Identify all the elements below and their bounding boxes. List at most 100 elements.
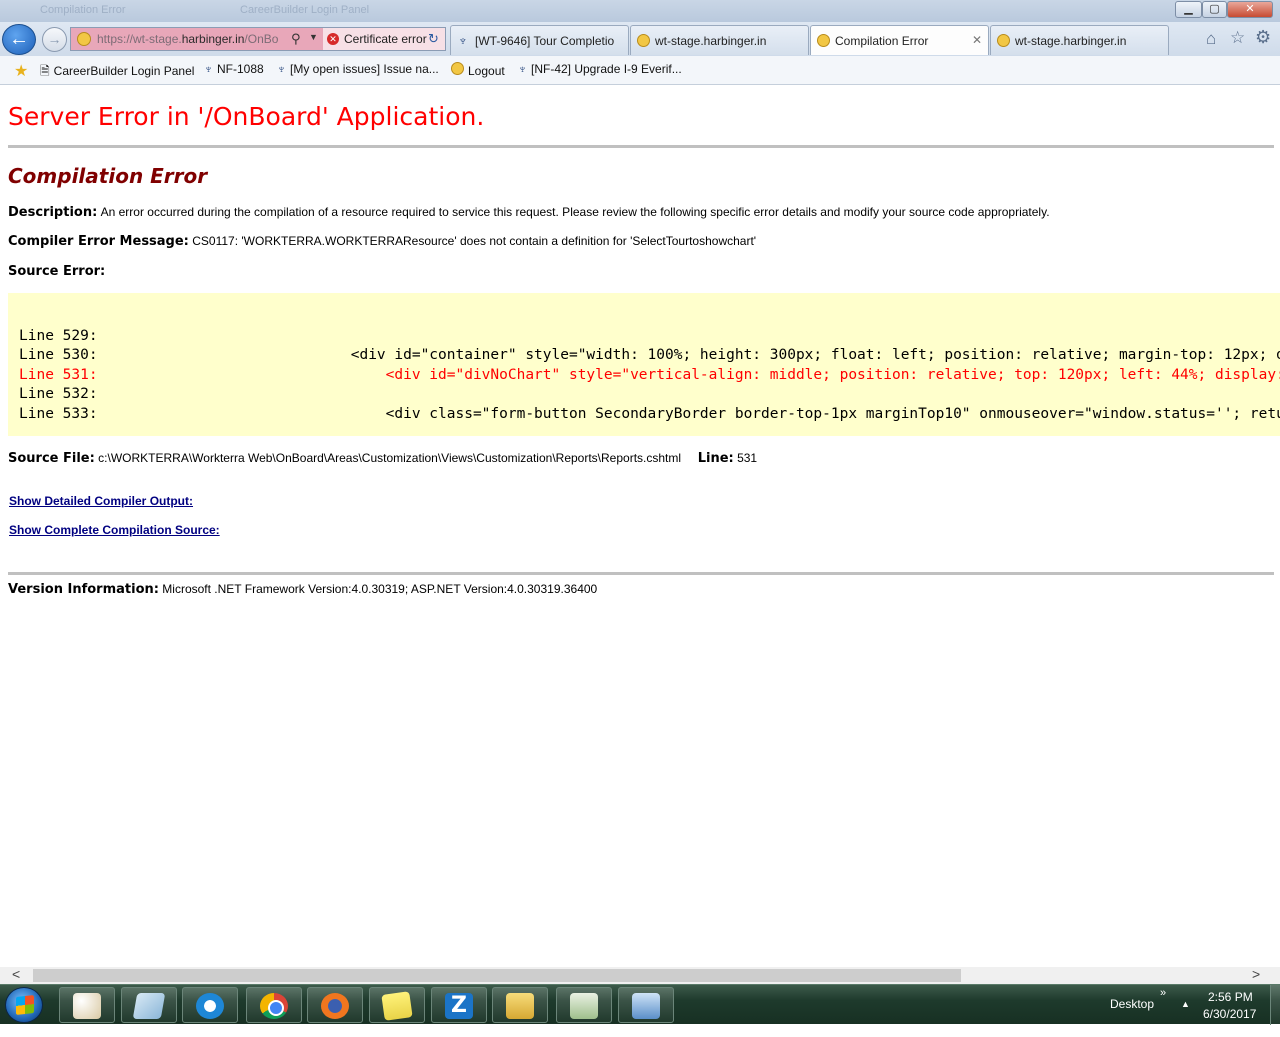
ie-page-icon: 🗎 (40, 64, 50, 78)
firefox-icon (321, 993, 349, 1019)
close-window-button[interactable]: ✕ (1227, 1, 1273, 18)
taskbar-firefox[interactable] (307, 987, 363, 1023)
tab-wt-stage[interactable]: wt-stage.harbinger.in (630, 25, 809, 55)
jira-icon: ♆ (458, 33, 468, 48)
line-label: Line: (697, 451, 734, 466)
code-line: Line 529: (19, 328, 98, 344)
favorite-nf-42[interactable]: ♆ [NF-42] Upgrade I-9 Everif... (518, 62, 682, 76)
source-error-row: Source Error: (8, 264, 105, 279)
horizontal-scrollbar[interactable]: < > (0, 966, 1280, 984)
windows-taskbar: Z Desktop » ▲ 2:56 PM 6/30/2017 (0, 984, 1280, 1025)
minimize-button[interactable]: ▁ (1175, 1, 1202, 18)
address-bar[interactable]: https://wt-stage.harbinger.in/OnBo ⚲ ▼ ✕… (70, 27, 446, 51)
scroll-right-icon[interactable]: > (1252, 966, 1260, 982)
desktop-toolbar-label[interactable]: Desktop (1110, 997, 1154, 1011)
zimbra-icon: Z (445, 993, 473, 1019)
chrome-icon (260, 993, 288, 1019)
tools-gear-icon[interactable]: ⚙ (1255, 27, 1271, 48)
show-desktop-button[interactable] (1270, 985, 1280, 1025)
taskbar-sticky-notes[interactable] (369, 987, 425, 1023)
ie-site-icon (636, 34, 650, 48)
favorite-my-open-issues[interactable]: ♆ [My open issues] Issue na... (277, 62, 439, 76)
home-icon[interactable]: ⌂ (1206, 29, 1216, 49)
compiler-message-text: CS0117: 'WORKTERRA.WORKTERRAResource' do… (192, 234, 757, 248)
tray-expand-icon[interactable]: ▲ (1181, 999, 1190, 1009)
page-title: Server Error in '/OnBoard' Application. (8, 102, 485, 131)
clock-time[interactable]: 2:56 PM (1208, 990, 1253, 1004)
tab-label: wt-stage.harbinger.in (655, 34, 767, 48)
chevron-down-icon[interactable]: ▼ (309, 32, 318, 42)
code-line: Line 530: <div id="container" style="wid… (19, 347, 1280, 363)
jira-icon: ♆ (518, 62, 527, 76)
jira-icon: ♆ (277, 62, 286, 76)
close-tab-icon[interactable]: ✕ (972, 33, 982, 47)
show-detailed-compiler-output-link[interactable]: Show Detailed Compiler Output: (9, 494, 193, 508)
ie-site-icon (996, 34, 1010, 48)
window-title: Compilation Error (40, 4, 126, 16)
taskbar-notes[interactable] (121, 987, 177, 1023)
taskbar-paint[interactable] (59, 987, 115, 1023)
clock-date[interactable]: 6/30/2017 (1203, 1007, 1256, 1021)
description-text: An error occurred during the compilation… (100, 205, 1050, 219)
url-text[interactable]: https://wt-stage.harbinger.in/OnBo (97, 32, 287, 46)
windows-logo-icon (16, 995, 34, 1015)
tab-label: Compilation Error (835, 34, 929, 48)
sticky-notes-icon (381, 991, 413, 1021)
taskbar-file-explorer[interactable] (492, 987, 548, 1023)
certificate-error-icon[interactable]: ✕ (327, 33, 339, 45)
taskbar-internet-explorer[interactable] (182, 987, 238, 1023)
site-icon (77, 32, 91, 46)
compiler-message-row: Compiler Error Message: CS0117: 'WORKTER… (8, 234, 756, 249)
chevron-right-icon[interactable]: » (1160, 987, 1166, 999)
forward-button[interactable]: → (42, 27, 67, 52)
url-field[interactable]: https://wt-stage.harbinger.in/OnBo ⚲ ▼ (71, 28, 323, 50)
line-value: 531 (737, 451, 758, 465)
scrollbar-thumb[interactable] (33, 969, 961, 982)
favorite-nf-1088[interactable]: ♆ NF-1088 (204, 62, 264, 76)
tab-label: wt-stage.harbinger.in (1015, 34, 1127, 48)
favorites-bar: ★ 🗎 CareerBuilder Login Panel ♆ NF-1088 ♆[… (0, 56, 1280, 85)
description-row: Description: An error occurred during th… (8, 205, 1050, 220)
refresh-icon[interactable]: ↻ (428, 31, 439, 47)
taskbar-calculator[interactable] (556, 987, 612, 1023)
page-content: Server Error in '/OnBoard' Application. … (0, 85, 1280, 967)
source-file-path: c:\WORKTERRA\Workterra Web\OnBoard\Areas… (98, 451, 682, 465)
favorite-logout[interactable]: Logout (451, 62, 505, 78)
notes-icon (132, 993, 166, 1019)
scroll-left-icon[interactable]: < (12, 966, 20, 982)
taskbar-remote-desktop[interactable] (618, 987, 674, 1023)
file-explorer-icon (506, 993, 534, 1019)
favorites-icon[interactable]: ★ (14, 61, 28, 81)
window-title-secondary: CareerBuilder Login Panel (240, 4, 370, 16)
favorites-star-icon[interactable]: ☆ (1230, 28, 1245, 48)
error-heading: Compilation Error (8, 164, 208, 188)
source-file-row: Source File: c:\WORKTERRA\Workterra Web\… (8, 451, 757, 466)
ie-site-icon (451, 62, 464, 78)
tab-wt-stage-2[interactable]: wt-stage.harbinger.in (990, 25, 1169, 55)
version-row: Version Information: Microsoft .NET Fram… (8, 582, 597, 597)
internet-explorer-icon (196, 993, 224, 1019)
maximize-button[interactable]: ▢ (1202, 1, 1227, 18)
back-arrow-icon: ← (9, 28, 29, 50)
tab-compilation-error[interactable]: Compilation Error ✕ (810, 25, 989, 55)
version-label: Version Information: (8, 582, 159, 597)
code-line: Line 533: <div class="form-button Second… (19, 406, 1280, 422)
paint-icon (73, 993, 101, 1019)
forward-arrow-icon: → (47, 31, 62, 47)
back-button[interactable]: ← (2, 24, 36, 55)
certificate-error-label[interactable]: Certificate error (344, 32, 427, 46)
code-line: Line 532: (19, 386, 98, 402)
divider (8, 572, 1274, 575)
taskbar-chrome[interactable] (246, 987, 302, 1023)
window-titlebar: Compilation Error CareerBuilder Login Pa… (0, 0, 1280, 22)
ie-site-icon (816, 34, 830, 48)
jira-icon: ♆ (204, 62, 213, 76)
source-error-label: Source Error: (8, 264, 106, 279)
search-icon[interactable]: ⚲ (291, 31, 301, 47)
source-code-block: Line 529: Line 530: <div id="container" … (8, 293, 1280, 436)
start-button[interactable] (5, 987, 43, 1023)
show-complete-compilation-source-link[interactable]: Show Complete Compilation Source: (9, 523, 220, 537)
tab-wt-9646[interactable]: ♆ [WT-9646] Tour Completio... (450, 25, 629, 55)
favorite-careerbuilder[interactable]: 🗎 CareerBuilder Login Panel (40, 62, 194, 83)
taskbar-zimbra[interactable]: Z (431, 987, 487, 1023)
